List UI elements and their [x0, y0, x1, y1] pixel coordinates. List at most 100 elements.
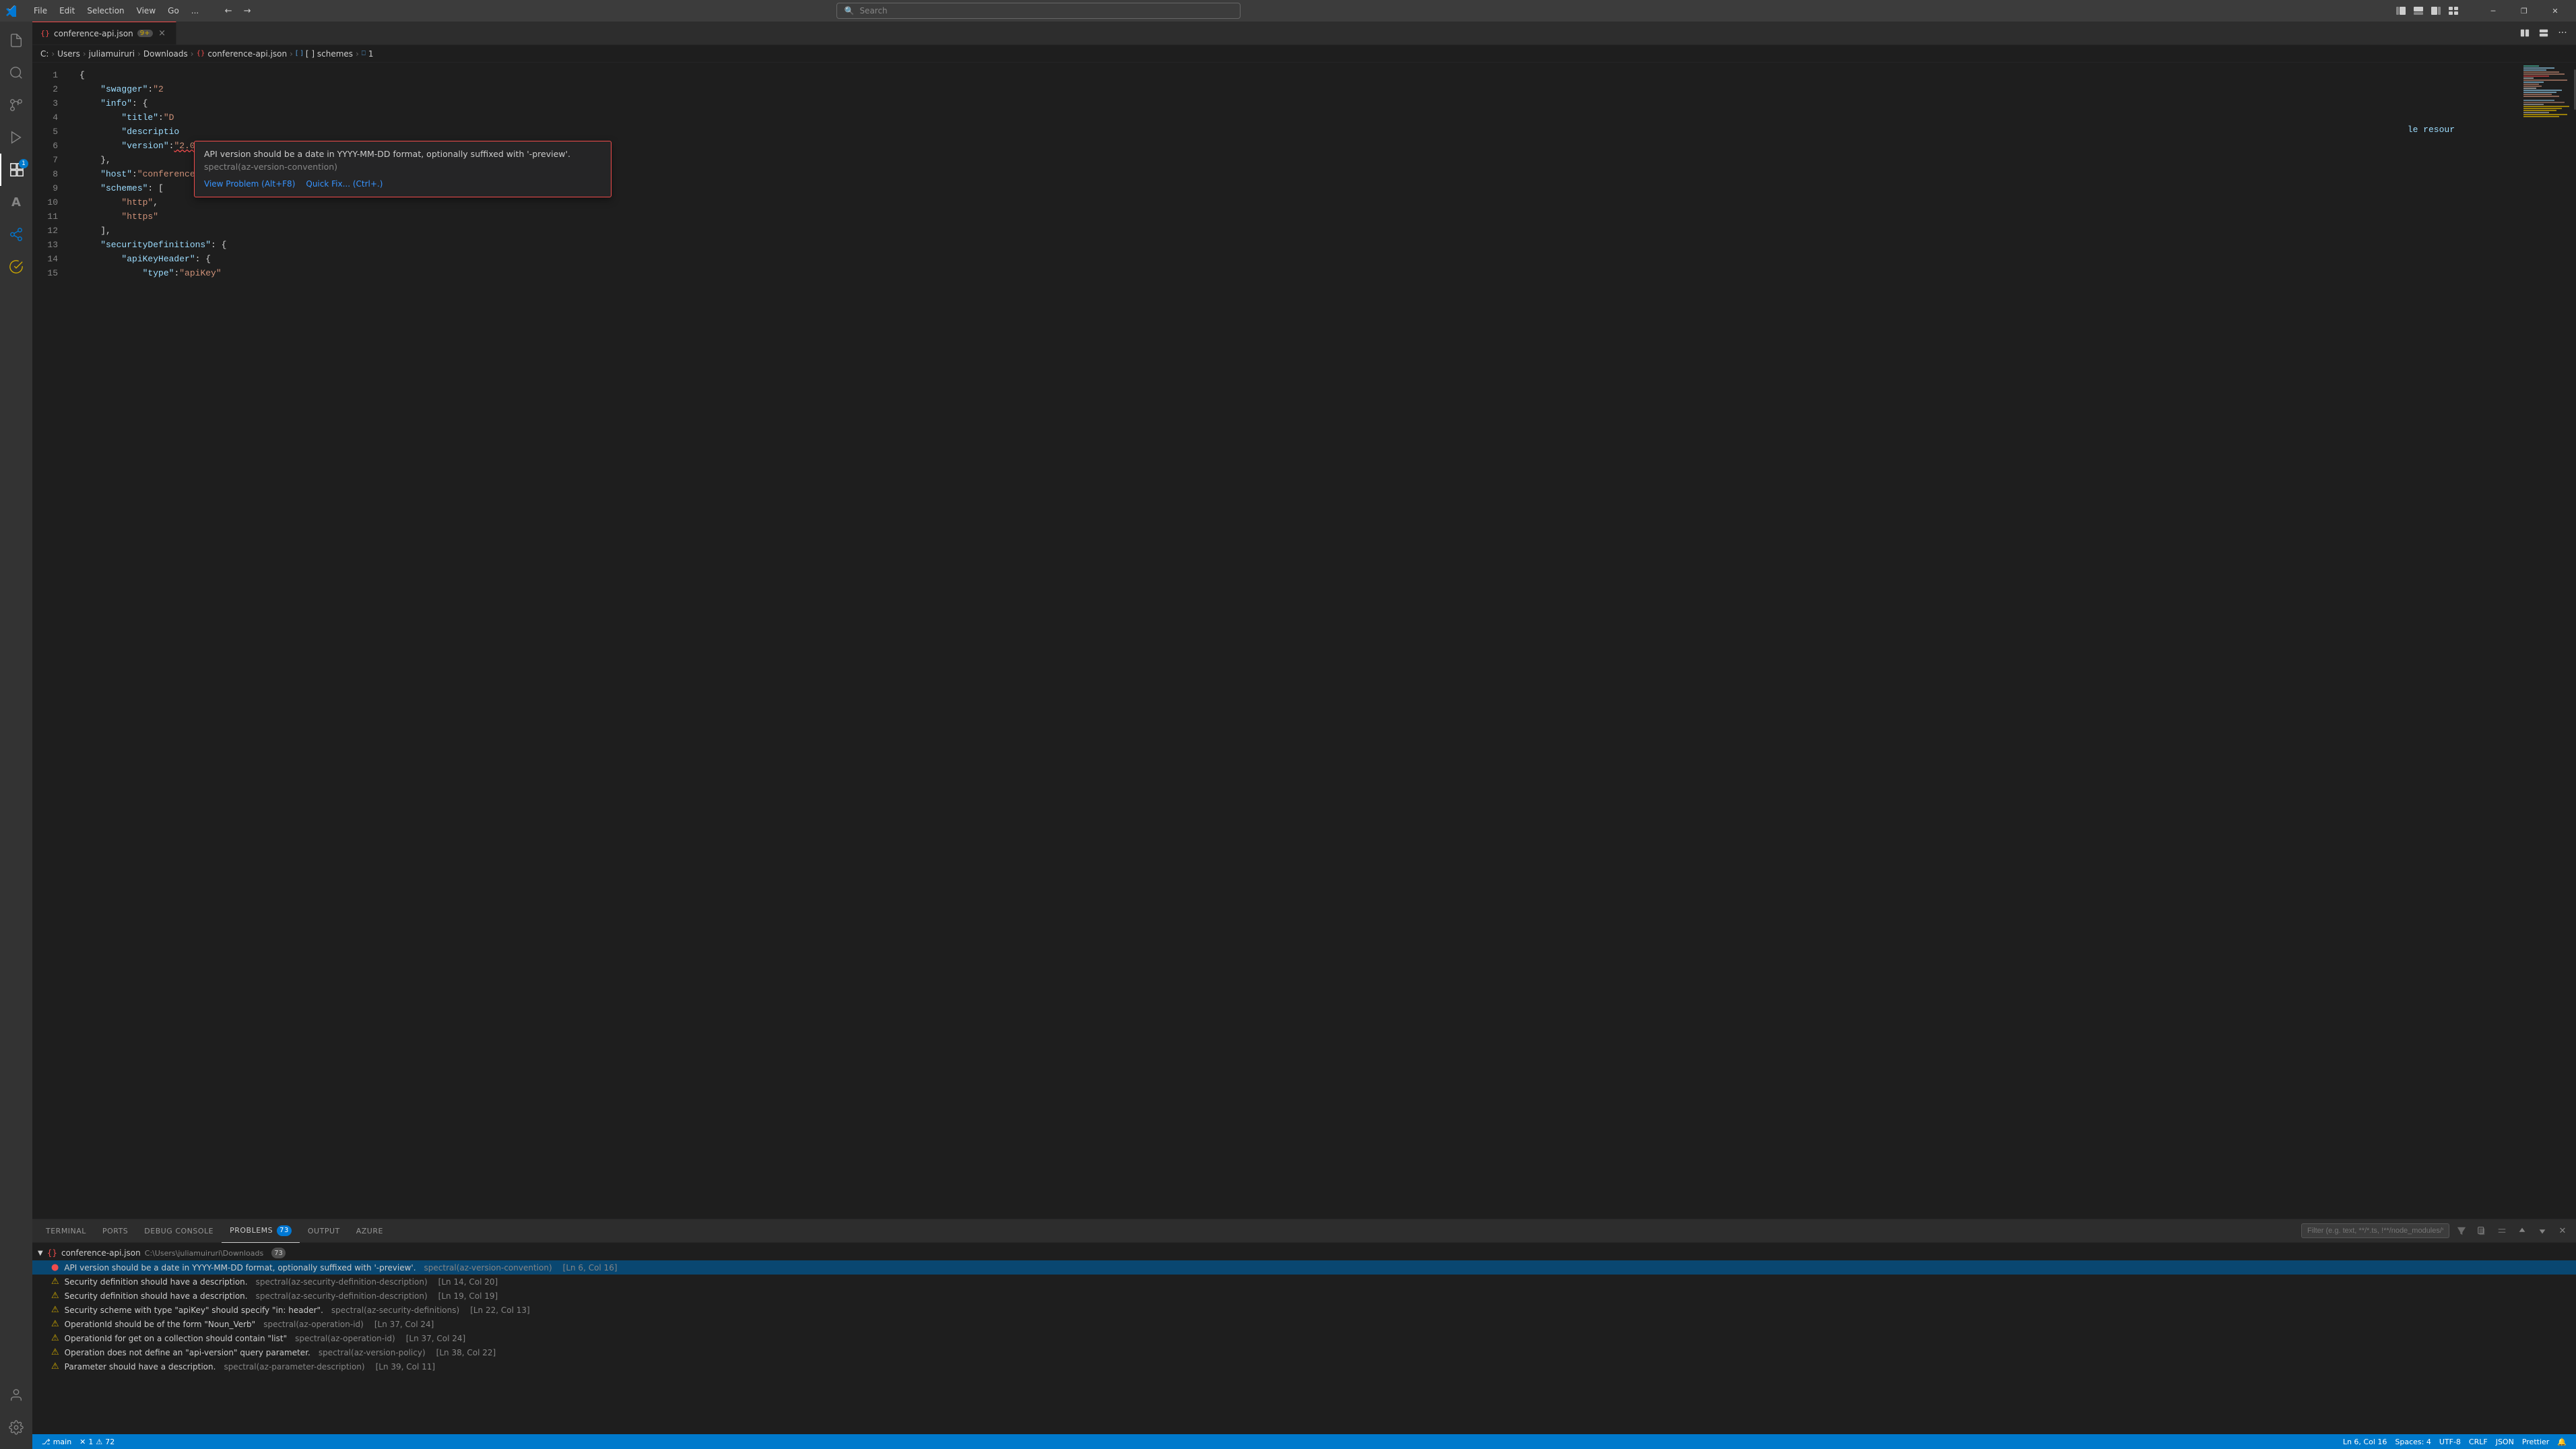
tab-name: conference-api.json	[54, 29, 133, 38]
titlebar: File Edit Selection View Go ... ← → 🔍 Se…	[0, 0, 2576, 22]
tab-azure[interactable]: AZURE	[348, 1219, 391, 1243]
tab-ports[interactable]: PORTS	[94, 1219, 136, 1243]
warning-icon-5: ⚠	[51, 1319, 59, 1329]
breadcrumb-bracket-icon: [ ]	[296, 50, 303, 57]
close-panel-btn[interactable]: ✕	[2554, 1223, 2571, 1239]
breadcrumb-c[interactable]: C:	[40, 49, 48, 59]
cursor-position-status[interactable]: Ln 6, Col 16	[2339, 1434, 2391, 1449]
split-editor-btn[interactable]	[2517, 25, 2533, 41]
error-icon-1: ●	[51, 1262, 59, 1273]
copy-icon-btn[interactable]	[2474, 1223, 2490, 1239]
problems-up-btn[interactable]	[2514, 1223, 2530, 1239]
problem-item-8[interactable]: ⚠ Parameter should have a description. s…	[32, 1359, 2576, 1374]
tab-problems[interactable]: PROBLEMS 73	[222, 1219, 300, 1243]
editor-layout-btn[interactable]	[2536, 25, 2552, 41]
problem-item-2[interactable]: ⚠ Security definition should have a desc…	[32, 1275, 2576, 1289]
extensions-icon[interactable]: 1	[0, 154, 32, 186]
errors-status[interactable]: ✕ 1 ⚠ 72	[75, 1434, 119, 1449]
breadcrumb-num[interactable]: 1	[368, 49, 374, 59]
validation-icon[interactable]	[0, 251, 32, 283]
editor-area: {} conference-api.json 9+ × ···	[32, 22, 2576, 1449]
tab-debug-console[interactable]: DEBUG CONSOLE	[136, 1219, 222, 1243]
error-tooltip: API version should be a date in YYYY-MM-…	[194, 141, 612, 197]
breadcrumb-juliamuiruri[interactable]: juliamuiruri	[89, 49, 135, 59]
problems-panel[interactable]: ▼ {} conference-api.json C:\Users\juliam…	[32, 1243, 2576, 1434]
problems-down-btn[interactable]	[2534, 1223, 2550, 1239]
problem-item-4[interactable]: ⚠ Security scheme with type "apiKey" sho…	[32, 1303, 2576, 1317]
git-branch-status[interactable]: ⎇ main	[38, 1434, 75, 1449]
close-button[interactable]: ✕	[2540, 0, 2571, 22]
nav-buttons: ← →	[220, 3, 255, 19]
toggle-panel-btn[interactable]	[2410, 3, 2426, 19]
maximize-button[interactable]: ❐	[2509, 0, 2540, 22]
menu-bar: File Edit Selection View Go ...	[28, 5, 204, 17]
filter-input[interactable]	[2301, 1223, 2449, 1238]
tab-output[interactable]: OUTPUT	[300, 1219, 348, 1243]
tab-terminal[interactable]: TERMINAL	[38, 1219, 94, 1243]
breadcrumb-users[interactable]: Users	[57, 49, 80, 59]
edit-menu[interactable]: Edit	[54, 5, 80, 17]
toggle-auxiliary-btn[interactable]	[2428, 3, 2444, 19]
minimap[interactable]	[2522, 63, 2576, 1219]
code-line-5: "descriptio	[79, 125, 2522, 139]
global-search[interactable]: 🔍 Search	[836, 3, 1241, 19]
indentation-status[interactable]: Spaces: 4	[2391, 1434, 2435, 1449]
ln-11: 11	[35, 210, 69, 224]
eol-status[interactable]: CRLF	[2465, 1434, 2492, 1449]
source-control-icon[interactable]	[0, 89, 32, 121]
filter-icon-btn[interactable]	[2453, 1223, 2470, 1239]
formatter-status[interactable]: Prettier	[2518, 1434, 2553, 1449]
problems-badge: 73	[277, 1225, 292, 1236]
more-editor-actions-btn[interactable]: ···	[2554, 25, 2571, 41]
active-tab[interactable]: {} conference-api.json 9+ ×	[32, 22, 176, 44]
collaboration-icon[interactable]	[0, 218, 32, 251]
breadcrumb-schemes[interactable]: [ ] schemes	[306, 49, 353, 59]
search-activity-icon[interactable]	[0, 57, 32, 89]
view-problem-action[interactable]: View Problem (Alt+F8)	[204, 179, 295, 189]
quick-fix-action[interactable]: Quick Fix... (Ctrl+.)	[306, 179, 383, 189]
problem-item-6[interactable]: ⚠ OperationId for get on a collection sh…	[32, 1331, 2576, 1345]
encoding-status[interactable]: UTF-8	[2435, 1434, 2465, 1449]
notification-status[interactable]: 🔔	[2553, 1434, 2571, 1449]
collapse-icon-btn[interactable]	[2494, 1223, 2510, 1239]
accounts-icon[interactable]	[0, 1379, 32, 1411]
git-branch-label: main	[53, 1438, 71, 1446]
file-menu[interactable]: File	[28, 5, 53, 17]
problem-item-7[interactable]: ⚠ Operation does not define an "api-vers…	[32, 1345, 2576, 1359]
forward-button[interactable]: →	[239, 3, 255, 19]
spectral-icon[interactable]: A	[0, 186, 32, 218]
settings-icon[interactable]	[0, 1411, 32, 1444]
warning-icon-2: ⚠	[51, 1277, 59, 1287]
problem-item-1[interactable]: ● API version should be a date in YYYY-M…	[32, 1260, 2576, 1275]
minimize-button[interactable]: ─	[2478, 0, 2509, 22]
ln-15: 15	[35, 266, 69, 280]
problems-file-header[interactable]: ▼ {} conference-api.json C:\Users\juliam…	[32, 1246, 2576, 1260]
breadcrumb-downloads[interactable]: Downloads	[143, 49, 188, 59]
problem-message-4: Security scheme with type "apiKey" shoul…	[65, 1306, 323, 1315]
vscode-logo	[5, 5, 18, 17]
run-debug-icon[interactable]	[0, 121, 32, 154]
go-menu[interactable]: Go	[162, 5, 185, 17]
ln-2: 2	[35, 82, 69, 96]
tab-close-button[interactable]: ×	[157, 28, 168, 39]
toggle-sidebar-btn[interactable]	[2393, 3, 2409, 19]
language-status[interactable]: JSON	[2492, 1434, 2518, 1449]
breadcrumb-file[interactable]: conference-api.json	[207, 49, 287, 59]
ln-6: 6	[35, 139, 69, 153]
back-button[interactable]: ←	[220, 3, 236, 19]
view-menu[interactable]: View	[131, 5, 161, 17]
panel-filter-area: ✕	[2301, 1223, 2571, 1239]
ln-9: 9	[35, 181, 69, 195]
problem-location-3: [Ln 19, Col 19]	[438, 1291, 498, 1301]
problem-item-3[interactable]: ⚠ Security definition should have a desc…	[32, 1289, 2576, 1303]
problem-location-2: [Ln 14, Col 20]	[438, 1277, 498, 1287]
selection-menu[interactable]: Selection	[81, 5, 129, 17]
code-editor[interactable]: 1 2 3 4 5 6 7 8 9 10 11 12 13	[32, 63, 2522, 1219]
problem-item-5[interactable]: ⚠ OperationId should be of the form "Nou…	[32, 1317, 2576, 1331]
code-line-10: "http",	[79, 195, 2522, 210]
code-line-4: "title": "D	[79, 110, 2522, 125]
customize-layout-btn[interactable]	[2445, 3, 2462, 19]
ln-14: 14	[35, 252, 69, 266]
explorer-icon[interactable]	[0, 24, 32, 57]
more-menus[interactable]: ...	[186, 5, 204, 17]
